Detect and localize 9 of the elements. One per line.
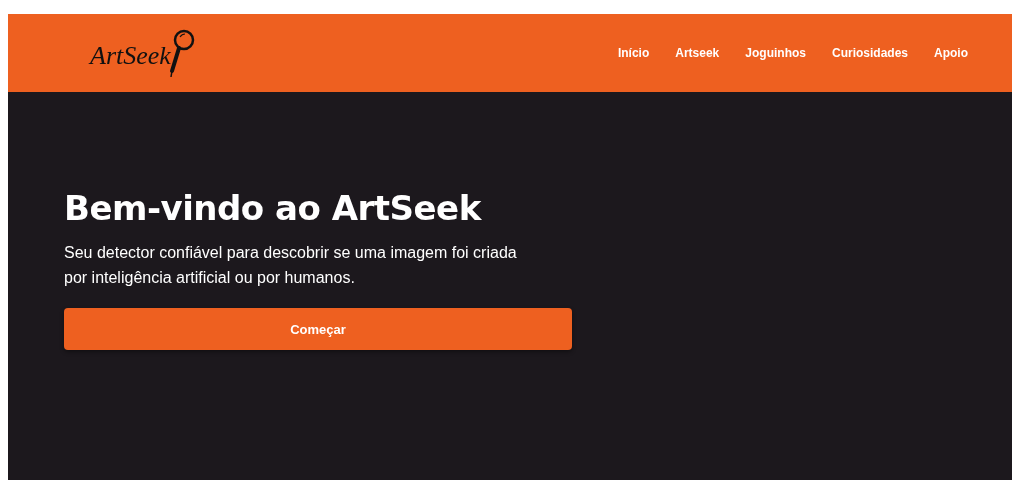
nav-link[interactable]: Apoio	[934, 46, 968, 60]
hero-subtitle: Seu detector confiável para descobrir se uma imagem foi criada por inteligência artificial ou por humanos.	[64, 243, 518, 288]
logo-text: ArtSeek	[90, 41, 171, 71]
nav-link[interactable]: Joguinhos	[745, 46, 806, 60]
nav-link[interactable]: Início	[617, 46, 650, 60]
start-button[interactable]: Começar	[64, 308, 572, 350]
hero-title: Bem-vindo ao ArtSeek	[64, 188, 483, 228]
nav-link[interactable]: Curiosidades	[831, 46, 908, 60]
nav-link[interactable]: Artseek	[675, 46, 720, 60]
